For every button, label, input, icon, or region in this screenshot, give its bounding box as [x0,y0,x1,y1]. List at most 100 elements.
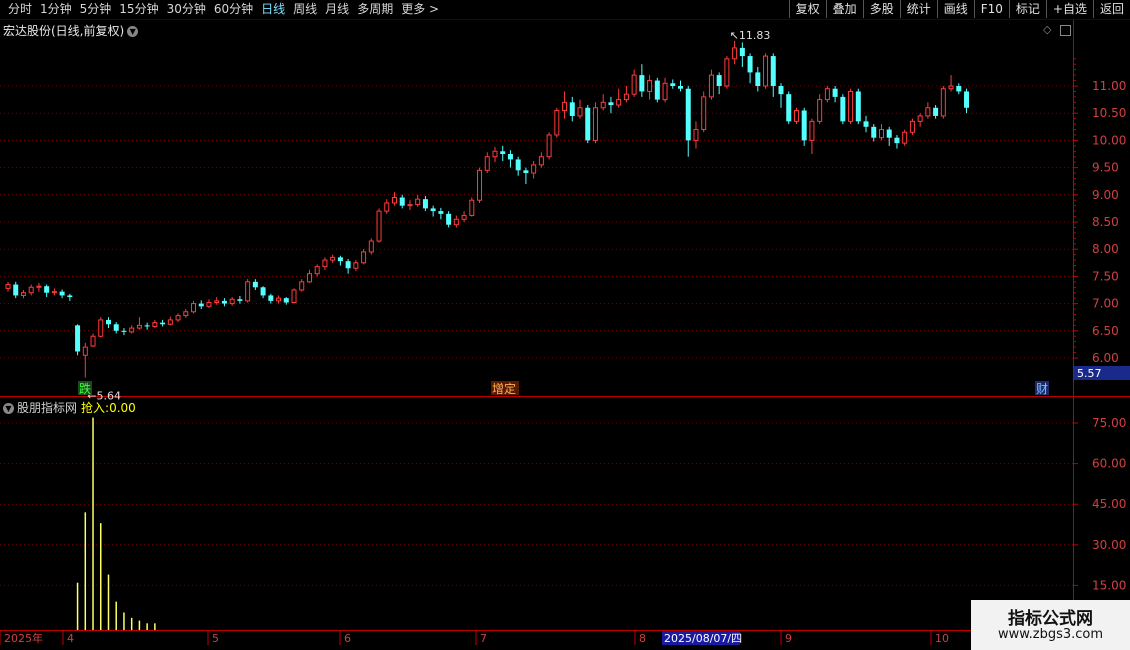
candle-body-up [322,259,328,268]
candle-body-down [801,110,807,141]
indicator-title: ▼ 股朋指标网 抢入:0.00 [3,399,136,416]
candle-body-up [353,262,359,269]
candle-body-down [832,88,838,97]
candle-body-up [701,96,707,131]
candle-body-down [422,199,428,209]
candle-body-down [59,291,65,296]
candle-body-down [770,56,776,86]
candle-body-down [500,151,506,154]
indicator-value: 0.00 [109,401,136,415]
candle-body-down [67,295,73,298]
candle-body-up [98,319,104,337]
candle-body-up [384,202,390,212]
candle-body-down [886,129,892,138]
candle-body-up [592,107,598,141]
candle-body-down [221,300,227,304]
candle-body-down [252,281,258,288]
candle-body-down [585,107,591,141]
candle-body-up [693,129,699,141]
candle-body-up [732,47,738,60]
date-label: 2025年 [4,631,43,645]
candle-body-down [894,137,900,144]
candle-body-down [430,208,436,212]
candle-body-up [82,346,88,356]
candle-body-down [871,126,877,138]
candle-body-up [136,324,142,329]
candle-body-down [268,295,274,301]
cursor-date: 2025/08/07/四 [664,632,742,645]
zengding-marker: 增定 [492,381,516,396]
candle-body-down [198,303,204,307]
kline-chart: 11.00 10.50 10.00 9.50 9.00 8.50 8.00 7.50 7.00 6… [0,20,1130,645]
candle-body-down [337,257,343,262]
candle-body-up [175,315,181,321]
watermark-title: 指标公式网 [1008,609,1093,629]
candle-body-up [306,273,312,283]
indicator-tick-label: 75.00 [1092,416,1126,430]
candle-body-up [392,197,397,204]
indicator-name: 股朋指标网 [17,401,78,415]
candle-body-up [577,107,583,117]
candle-body-down [716,75,722,86]
price-tick-label: 6.00 [1092,351,1119,365]
candle-body-up [36,285,42,288]
candle-body-up [477,169,483,201]
date-label: 6 [344,632,351,645]
date-label: 5 [212,632,219,645]
price-tick-label: 9.50 [1092,161,1119,175]
candle-body-down [964,91,970,108]
candle-body-down [121,330,127,332]
candle-body-up [940,88,946,117]
date-label: 7 [480,632,487,645]
candle-body-up [28,286,34,294]
candle-body-up [407,204,413,207]
candle-body-up [925,107,931,117]
candle-body-up [206,302,212,307]
candle-body-up [167,319,173,325]
candle-body-up [5,284,11,289]
candle-body-down [739,47,745,57]
date-label: 4 [67,632,74,645]
candle-body-up [245,281,251,302]
date-label: 9 [785,632,792,645]
candle-body-up [662,82,668,101]
price-tick-label: 7.50 [1092,269,1119,283]
candle-body-down [786,94,792,122]
candle-body-down [446,213,452,225]
chevron-down-icon[interactable]: ▼ [3,403,14,414]
candle-body-down [283,298,289,303]
indicator-tick-label: 15.00 [1092,578,1126,592]
price-tick-label: 8.50 [1092,215,1119,229]
candle-body-up [299,281,305,291]
candle-body-up [631,74,637,95]
candle-body-up [376,210,382,242]
candle-body-up [361,251,367,264]
indicator-tick-label: 30.00 [1092,538,1126,552]
candle-body-down [855,91,861,122]
watermark: 指标公式网 www.zbgs3.com [971,600,1130,650]
candle-body-down [840,96,846,122]
candle-body-up [809,120,815,141]
candle-body-down [113,324,119,331]
price-tick-label: 9.00 [1092,188,1119,202]
watermark-url: www.zbgs3.com [997,627,1104,642]
candle-body-up [554,109,560,136]
candle-body-up [191,303,197,313]
candle-body-up [708,74,714,98]
candle-body-down [515,159,521,171]
price-tick-label: 6.50 [1092,324,1119,338]
indicator-label: 抢入: [81,401,110,415]
die-marker: 跌 [79,381,91,396]
price-tick-label: 7.00 [1092,297,1119,311]
candle-body-up [20,292,26,296]
candle-body-up [453,218,459,226]
candle-body-down [438,211,444,214]
candle-body-down [778,86,784,95]
candle-body-down [160,322,166,325]
candle-body-up [461,214,467,220]
candle-body-up [129,327,135,333]
high-annotation: ↖11.83 [730,29,771,42]
candle-body-down [44,286,50,293]
candle-body-down [345,261,351,269]
candle-body-up [562,101,568,111]
